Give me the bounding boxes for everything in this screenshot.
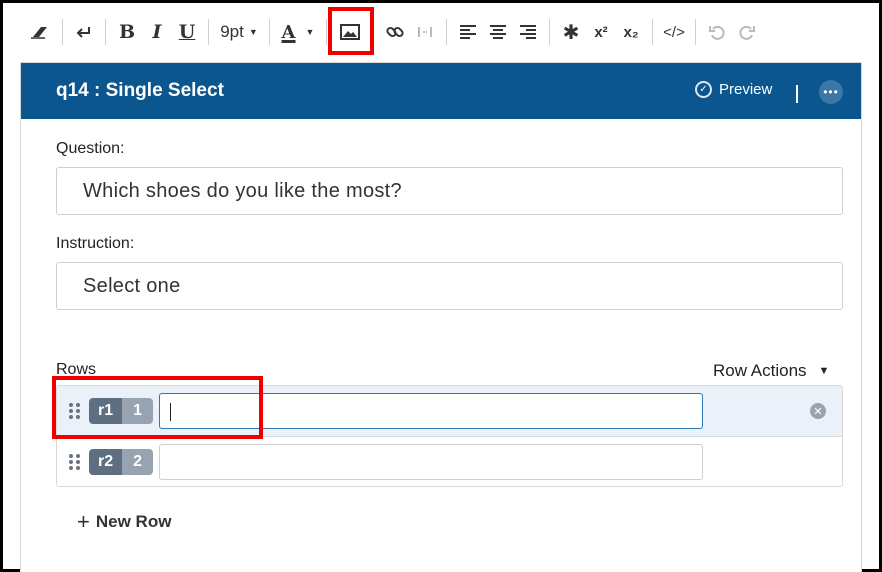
font-color-icon: A [281,21,296,43]
link-icon[interactable] [380,17,410,47]
question-text: Which shoes do you like the most? [83,179,402,202]
row-number: 2 [122,448,154,475]
remove-row-icon[interactable]: ✕ [810,403,826,419]
question-field[interactable]: Which shoes do you like the most? [56,167,843,215]
row-code: r2 [89,448,123,475]
instruction-label: Instruction: [56,235,135,252]
italic-button[interactable]: I [142,17,172,47]
drag-handle-icon[interactable] [69,453,80,470]
undo-icon [702,17,732,47]
caret-down-icon: ▼ [248,27,258,37]
highlight-box-image-button [328,7,374,55]
card-header: q14 : Single Select ✓ Preview ••• [21,63,861,119]
font-size-value: 9pt [220,22,244,41]
question-card: q14 : Single Select ✓ Preview ••• Questi… [20,62,862,572]
toolbar-divider [446,19,447,45]
toolbar-divider [269,19,270,45]
eraser-icon[interactable] [22,17,56,47]
question-label: Question: [56,140,125,157]
bold-button[interactable]: B [112,17,142,47]
preview-label: Preview [719,81,773,98]
toolbar-divider [652,19,653,45]
toolbar-divider [208,19,209,45]
font-color-select[interactable]: A ▼ [276,17,320,47]
highlight-box-row-input [52,376,263,439]
preview-button[interactable]: ✓ Preview [695,81,772,98]
row-actions-label: Row Actions [713,361,807,380]
question-title: q14 : Single Select [56,80,224,101]
line-break-icon[interactable] [69,17,99,47]
list-item: r2 2 [57,436,842,486]
toolbar-divider [105,19,106,45]
toolbar-divider [62,19,63,45]
caret-down-icon: ▼ [818,365,830,377]
toolbar-divider [695,19,696,45]
instruction-field[interactable]: Select one [56,262,843,310]
editor-toolbar: B I U 9pt ▼ A ▼ ✱ x² x₂ </> [22,14,762,50]
caret-down-icon: ▼ [305,27,315,37]
check-circle-icon: ✓ [695,81,712,98]
more-options-icon[interactable]: ••• [819,80,843,104]
font-size-select[interactable]: 9pt ▼ [215,17,263,47]
plus-icon: + [77,509,90,534]
asterisk-icon[interactable]: ✱ [556,17,586,47]
row-text-input[interactable] [159,443,704,480]
redo-icon [732,17,762,47]
header-divider [796,85,798,103]
align-left-icon[interactable] [453,17,483,47]
row-actions-dropdown[interactable]: Row Actions ▼ [713,361,829,381]
row-code-badge: r2 2 [89,448,154,475]
unlink-icon [410,17,440,47]
instruction-text: Select one [83,274,181,297]
align-center-icon[interactable] [483,17,513,47]
new-row-button[interactable]: + New Row [77,509,171,535]
new-row-label: New Row [95,512,172,531]
toolbar-divider [549,19,550,45]
toolbar-divider [326,19,327,45]
subscript-button[interactable]: x₂ [616,17,646,47]
source-code-button[interactable]: </> [659,17,689,47]
superscript-button[interactable]: x² [586,17,616,47]
underline-button[interactable]: U [172,17,202,47]
align-right-icon[interactable] [513,17,543,47]
